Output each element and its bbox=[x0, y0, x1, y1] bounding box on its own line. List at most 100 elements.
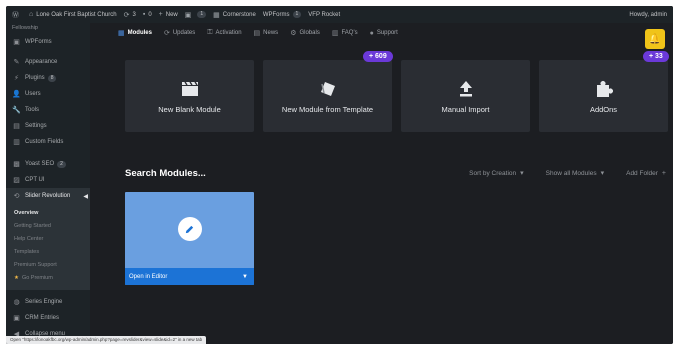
sidebar-item-label: Yoast SEO bbox=[25, 161, 55, 167]
tab-globals[interactable]: ⚙ Globals bbox=[290, 29, 320, 37]
sidebar-item-plugins[interactable]: ⚡ Plugins 8 bbox=[6, 70, 90, 86]
wordpress-logo[interactable]: Ⓦ bbox=[12, 10, 22, 20]
settings-icon: ▤ bbox=[13, 123, 20, 130]
cornerstone-label: Cornerstone bbox=[222, 11, 256, 18]
new-module-from-template-card[interactable]: + 609 New Module from Template bbox=[263, 51, 393, 132]
sidebar-item-label: Tools bbox=[25, 107, 40, 113]
card-label: Manual Import bbox=[441, 105, 490, 114]
sidebar-item-custom-fields[interactable]: ▥ Custom Fields bbox=[6, 134, 90, 150]
plus-icon: + bbox=[158, 11, 163, 18]
notifications-button[interactable]: 🔔 bbox=[645, 29, 665, 49]
tab-activation[interactable]: ⚿ Activation bbox=[207, 29, 241, 37]
brush-icon: ✎ bbox=[13, 59, 20, 66]
add-folder-button[interactable]: Add Folder + bbox=[626, 169, 666, 177]
star-icon: ★ bbox=[14, 275, 19, 281]
wpforms-bar-count: 1 bbox=[197, 11, 207, 18]
new-blank-module-card[interactable]: New Blank Module bbox=[125, 60, 254, 132]
submenu-overview[interactable]: Overview bbox=[6, 207, 90, 220]
sidebar-item-series-engine[interactable]: ◍ Series Engine bbox=[6, 294, 90, 310]
sidebar-item-crm-entries[interactable]: ▣ CRM Entries bbox=[6, 310, 90, 326]
pencil-icon bbox=[185, 225, 194, 233]
sidebar-item-cpt-ui[interactable]: ▨ CPT UI bbox=[6, 172, 90, 188]
sidebar-item-label: Series Engine bbox=[25, 299, 63, 305]
add-folder-label: Add Folder bbox=[626, 169, 658, 177]
tab-label: FAQ's bbox=[341, 30, 358, 36]
sidebar-item-wpforms[interactable]: ▣ WPForms bbox=[6, 34, 90, 50]
sidebar-item-slider-revolution[interactable]: ⟲ Slider Revolution ◀ bbox=[6, 188, 90, 204]
tab-label: Globals bbox=[299, 30, 320, 36]
tab-label: Activation bbox=[215, 30, 242, 36]
wpforms-bar-icon: ▣ bbox=[184, 11, 192, 19]
sidebar-item-appearance[interactable]: ✎ Appearance bbox=[6, 54, 90, 70]
import-icon bbox=[459, 80, 473, 98]
clapper-icon bbox=[181, 80, 199, 98]
new-content-link[interactable]: + New bbox=[159, 11, 178, 18]
wpforms-bar-link[interactable]: ▣ 1 bbox=[184, 11, 207, 19]
chevron-down-icon[interactable]: ▼ bbox=[242, 274, 248, 280]
tab-faqs[interactable]: ▥ FAQ's bbox=[332, 29, 358, 37]
yoast-badge: 2 bbox=[57, 160, 66, 168]
tab-label: Modules bbox=[127, 30, 152, 36]
addons-card[interactable]: + 33 AddOns bbox=[539, 51, 669, 132]
tab-modules[interactable]: ▦ Modules bbox=[118, 29, 152, 37]
module-nav: ▦ Modules ⟳ Updates ⚿ Activation ▤ News ⚙ Glo… bbox=[90, 23, 673, 43]
card-label: AddOns bbox=[589, 105, 618, 114]
comment-icon: ▪ bbox=[142, 11, 146, 18]
show-modules-dropdown[interactable]: Show all Modules ▾ bbox=[546, 169, 604, 178]
submenu-templates[interactable]: Templates bbox=[6, 246, 90, 259]
card-label: New Blank Module bbox=[158, 105, 221, 114]
tab-support[interactable]: ● Support bbox=[370, 30, 398, 37]
cornerstone-icon: ▦ bbox=[213, 11, 220, 19]
open-in-editor-bar[interactable]: Open in Editor ▼ bbox=[125, 268, 254, 285]
submenu-premium-support[interactable]: Premium Support bbox=[6, 259, 90, 272]
submenu-help-center[interactable]: Help Center bbox=[6, 233, 90, 246]
tab-label: News bbox=[263, 30, 279, 36]
sidebar-item-label: Appearance bbox=[25, 59, 58, 65]
plug-icon: ⚡ bbox=[14, 75, 19, 82]
admin-bar: Ⓦ ⌂ Lone Oak First Baptist Church ⟳ 3 ▪ 0 +… bbox=[6, 6, 673, 23]
tab-updates[interactable]: ⟳ Updates bbox=[164, 29, 195, 37]
app-frame: Ⓦ ⌂ Lone Oak First Baptist Church ⟳ 3 ▪ 0 +… bbox=[6, 6, 673, 344]
sidebar-item-yoast[interactable]: ▩ Yoast SEO 2 bbox=[6, 156, 90, 172]
sort-dropdown[interactable]: Sort by Creation ▾ bbox=[469, 169, 524, 178]
updates-icon: ⟳ bbox=[163, 30, 170, 37]
module-tile[interactable]: Open in Editor ▼ bbox=[125, 192, 254, 285]
templates-count-badge: + 609 bbox=[363, 51, 393, 62]
puzzle-icon bbox=[595, 80, 613, 98]
card-label: New Module from Template bbox=[281, 105, 374, 114]
edit-module-button[interactable] bbox=[177, 217, 202, 241]
comments-count: 0 bbox=[148, 11, 152, 18]
submenu-getting-started[interactable]: Getting Started bbox=[6, 220, 90, 233]
manual-import-card[interactable]: Manual Import bbox=[401, 60, 530, 132]
updates-count: 3 bbox=[132, 11, 136, 18]
vfp-link[interactable]: VFP Rocket bbox=[308, 12, 340, 18]
sidebar-item-users[interactable]: 👤 Users bbox=[6, 86, 90, 102]
plus-icon: + bbox=[661, 169, 666, 177]
vfp-label: VFP Rocket bbox=[308, 11, 341, 18]
wrench-icon: 🔧 bbox=[12, 107, 21, 114]
search-modules-input[interactable]: Search Modules... bbox=[125, 168, 206, 179]
sidebar-item-label: Plugins bbox=[25, 75, 45, 81]
howdy-link[interactable]: Howdy, admin bbox=[629, 6, 667, 23]
tab-news[interactable]: ▤ News bbox=[254, 29, 279, 37]
submenu-label: Go Premium bbox=[21, 275, 53, 281]
updates-link[interactable]: ⟳ 3 bbox=[124, 11, 136, 19]
cornerstone-link[interactable]: ▦ Cornerstone bbox=[213, 11, 256, 19]
user-icon: 👤 bbox=[12, 91, 21, 98]
comments-link[interactable]: ▪ 0 bbox=[143, 11, 152, 18]
greeting: Howdy, admin bbox=[629, 11, 667, 18]
addons-count-badge: + 33 bbox=[643, 51, 669, 62]
tile-footer-label: Open in Editor bbox=[129, 273, 168, 280]
active-arrow-icon: ◀ bbox=[83, 193, 88, 200]
sidebar-item-partial[interactable]: Fellowship bbox=[6, 23, 90, 32]
submenu-go-premium[interactable]: ★ Go Premium bbox=[6, 272, 90, 285]
chevron-down-icon: ▾ bbox=[520, 170, 524, 177]
sidebar-item-settings[interactable]: ▤ Settings bbox=[6, 118, 90, 134]
sidebar-item-tools[interactable]: 🔧 Tools bbox=[6, 102, 90, 118]
tab-label: Support bbox=[376, 30, 398, 36]
site-name-link[interactable]: ⌂ Lone Oak First Baptist Church bbox=[29, 11, 117, 18]
wpforms-link[interactable]: WPForms 1 bbox=[263, 11, 302, 18]
browser-status-bar: Open "https://lonoakfbc.org/wp-admin/adm… bbox=[6, 336, 207, 344]
cpt-icon: ▨ bbox=[13, 177, 20, 184]
plugins-badge: 8 bbox=[47, 74, 57, 82]
